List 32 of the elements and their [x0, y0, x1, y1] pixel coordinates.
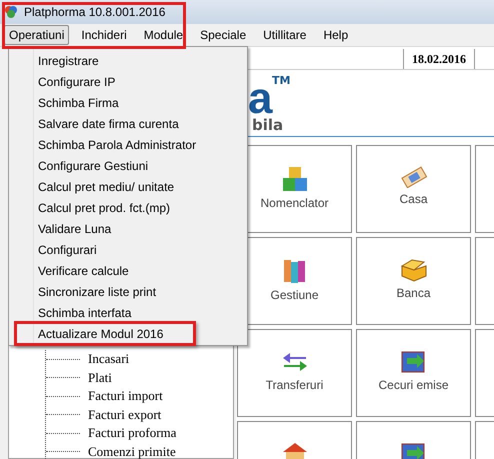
menu-bar-item[interactable]: Operatiuni — [4, 25, 70, 45]
module-tile[interactable]: Casa — [356, 145, 471, 233]
window-title: Platphorma 10.8.001.2016 — [24, 5, 166, 19]
tree-item[interactable]: Incasari — [88, 351, 130, 368]
module-tile[interactable]: Cecuri emise — [356, 329, 471, 417]
menu-item[interactable]: Inregistrare — [9, 50, 247, 71]
blocks-icon — [282, 166, 308, 192]
app-logo-icon — [4, 5, 18, 19]
module-tile[interactable]: Banca — [356, 237, 471, 325]
menu-bar-item[interactable]: Speciale — [195, 25, 252, 45]
cheque-icon — [400, 442, 426, 459]
menu-item[interactable]: Configurare IP — [9, 71, 247, 92]
tree-item[interactable]: Facturi proforma — [88, 425, 176, 442]
open-box-icon — [400, 258, 428, 282]
menu-bar-item[interactable]: Inchideri — [76, 25, 132, 45]
menu-bar-item[interactable]: Module — [138, 25, 188, 45]
menu-item[interactable]: Schimba Firma — [9, 92, 247, 113]
cheque-icon — [400, 350, 426, 374]
tree-item[interactable]: Comenzi primite — [88, 444, 176, 459]
tree-item[interactable]: Facturi import — [88, 388, 163, 404]
menu-bar-item[interactable]: Help — [318, 25, 354, 45]
house-icon — [280, 442, 308, 459]
menu-item[interactable]: Actualizare Modul 2016 — [14, 321, 196, 346]
date-field: 18.02.2016 — [403, 49, 475, 69]
books-icon — [282, 258, 306, 284]
menu-item[interactable]: Salvare date firma curenta — [9, 113, 247, 134]
transfer-arrows-icon — [282, 350, 308, 374]
tree-item[interactable]: Facturi export — [88, 406, 162, 423]
trademark-mark: TM — [272, 74, 290, 87]
menu-bar-item[interactable]: Utillitare — [258, 25, 312, 45]
tree-item[interactable]: Plati — [88, 370, 112, 386]
module-tile[interactable]: Transferuri — [237, 329, 352, 417]
